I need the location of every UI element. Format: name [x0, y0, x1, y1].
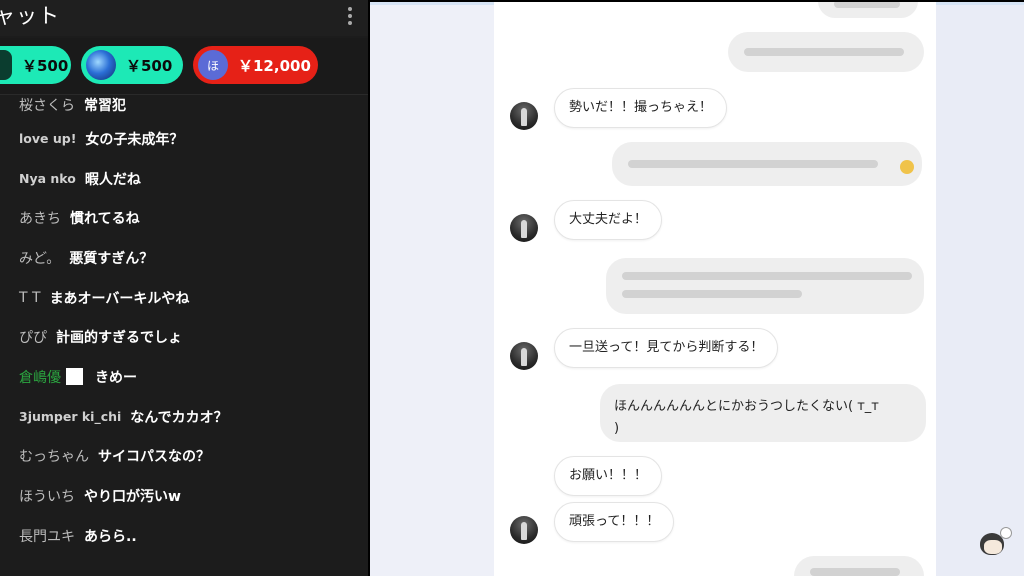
chat-message-list: 桜さくら 常習犯 love up! 女の子未成年？ Nya nko 暇人だね あ…	[0, 95, 368, 556]
chat-author[interactable]: 3jumper ki_chi	[19, 409, 121, 424]
app-background	[370, 2, 494, 576]
chat-author[interactable]: love up!	[19, 131, 76, 146]
incoming-message: 一旦送って！見てから判断する！	[554, 328, 779, 368]
chat-message: みど。 悪質すぎん？	[0, 238, 368, 278]
chat-author[interactable]: ぴぴ	[19, 327, 47, 347]
chat-title: ャット	[0, 4, 60, 28]
blurred-outgoing-bubble	[606, 258, 924, 314]
more-vert-icon[interactable]	[346, 7, 354, 29]
live-chat-panel: ャット ￥500 ￥500 ほ ￥12,000 桜さくら 常習犯 love up…	[0, 0, 368, 576]
incoming-message: 大丈夫だよ！	[554, 200, 663, 240]
conversation-view: 勢いだ！！撮っちゃえ！ 大丈夫だよ！ 一旦送って！見てから判断する！ ほんんんん…	[494, 2, 936, 576]
messaging-app-screen: 勢いだ！！撮っちゃえ！ 大丈夫だよ！ 一旦送って！見てから判断する！ ほんんんん…	[370, 2, 1024, 576]
user-avatar-icon[interactable]	[510, 516, 538, 544]
chat-text: きめー	[95, 369, 137, 386]
incoming-message: 頑張って！！！	[554, 502, 675, 542]
superchat-chip[interactable]: ￥500	[0, 46, 71, 84]
chat-author[interactable]: T T	[19, 290, 41, 306]
chat-text: やり口が汚いw	[84, 489, 181, 506]
chat-text: 女の子未成年？	[85, 131, 184, 148]
chat-message: love up! 女の子未成年？	[0, 119, 368, 159]
chat-text: 悪質すぎん？	[69, 250, 154, 267]
superchat-amount: ￥12,000	[238, 56, 311, 75]
chat-message: T T まあオーバーキルやね	[0, 278, 368, 318]
chat-author[interactable]: 倉嶋優	[19, 367, 61, 387]
chat-text: なんでカカオ？	[130, 409, 228, 426]
channel-avatar-icon	[976, 527, 1016, 557]
chat-text: 暇人だね	[84, 171, 141, 188]
chat-text: あらら..	[84, 528, 137, 545]
chat-author[interactable]: みど。	[19, 248, 60, 268]
chat-message: 3jumper ki_chi なんでカカオ？	[0, 397, 368, 437]
incoming-message: お願い！！！	[554, 456, 663, 496]
superchat-chip[interactable]: ほ ￥12,000	[193, 46, 318, 84]
blurred-outgoing-bubble	[728, 32, 924, 72]
chat-text: サイコパスなの？	[98, 449, 210, 466]
superchat-ticker: ￥500 ￥500 ほ ￥12,000	[0, 38, 368, 95]
chat-author[interactable]: 桜さくら	[19, 95, 75, 115]
emoji-icon	[900, 160, 914, 174]
superchat-amount: ￥500	[126, 56, 173, 75]
chat-author[interactable]: 長門ユキ	[19, 526, 75, 546]
user-avatar-icon[interactable]	[510, 342, 538, 370]
superchat-chip[interactable]: ￥500	[81, 46, 183, 84]
incoming-message: 勢いだ！！撮っちゃえ！	[554, 88, 728, 128]
stream-frame: ャット ￥500 ￥500 ほ ￥12,000 桜さくら 常習犯 love up…	[0, 0, 1024, 576]
chat-header: ャット	[0, 0, 368, 36]
chat-text: 常習犯	[84, 98, 126, 114]
chat-message: ぴぴ 計画的すぎるでしょ	[0, 317, 368, 357]
avatar	[86, 50, 116, 80]
chat-message: Nya nko 暇人だね	[0, 159, 368, 199]
outgoing-message: ほんんんんんんとにかおうつしたくない( т_т )	[600, 384, 926, 442]
chat-message: あきち 慣れてるね	[0, 198, 368, 238]
chat-message: ほういち やり口が汚いw	[0, 476, 368, 516]
avatar	[0, 50, 12, 80]
chat-text: 計画的すぎるでしょ	[56, 330, 182, 347]
chat-message: むっちゃん サイコパスなの？	[0, 437, 368, 477]
chat-author[interactable]: ほういち	[19, 486, 75, 506]
user-avatar-icon[interactable]	[510, 102, 538, 130]
chat-author[interactable]: むっちゃん	[19, 446, 89, 466]
avatar: ほ	[198, 50, 228, 80]
chat-author[interactable]: あきち	[19, 208, 61, 228]
blurred-outgoing-bubble	[612, 142, 922, 186]
chat-author[interactable]: Nya nko	[19, 171, 76, 186]
blurred-outgoing-bubble	[818, 2, 918, 18]
blurred-outgoing-bubble	[794, 556, 924, 576]
superchat-amount: ￥500	[22, 56, 69, 75]
chat-text: 慣れてるね	[70, 211, 140, 228]
user-avatar-icon[interactable]	[510, 214, 538, 242]
chat-message: 倉嶋優 きめー	[0, 357, 368, 397]
chat-message: 長門ユキ あらら..	[0, 516, 368, 556]
member-badge-icon	[66, 368, 83, 386]
chat-text: まあオーバーキルやね	[49, 290, 190, 307]
chat-message: 桜さくら 常習犯	[0, 95, 368, 119]
